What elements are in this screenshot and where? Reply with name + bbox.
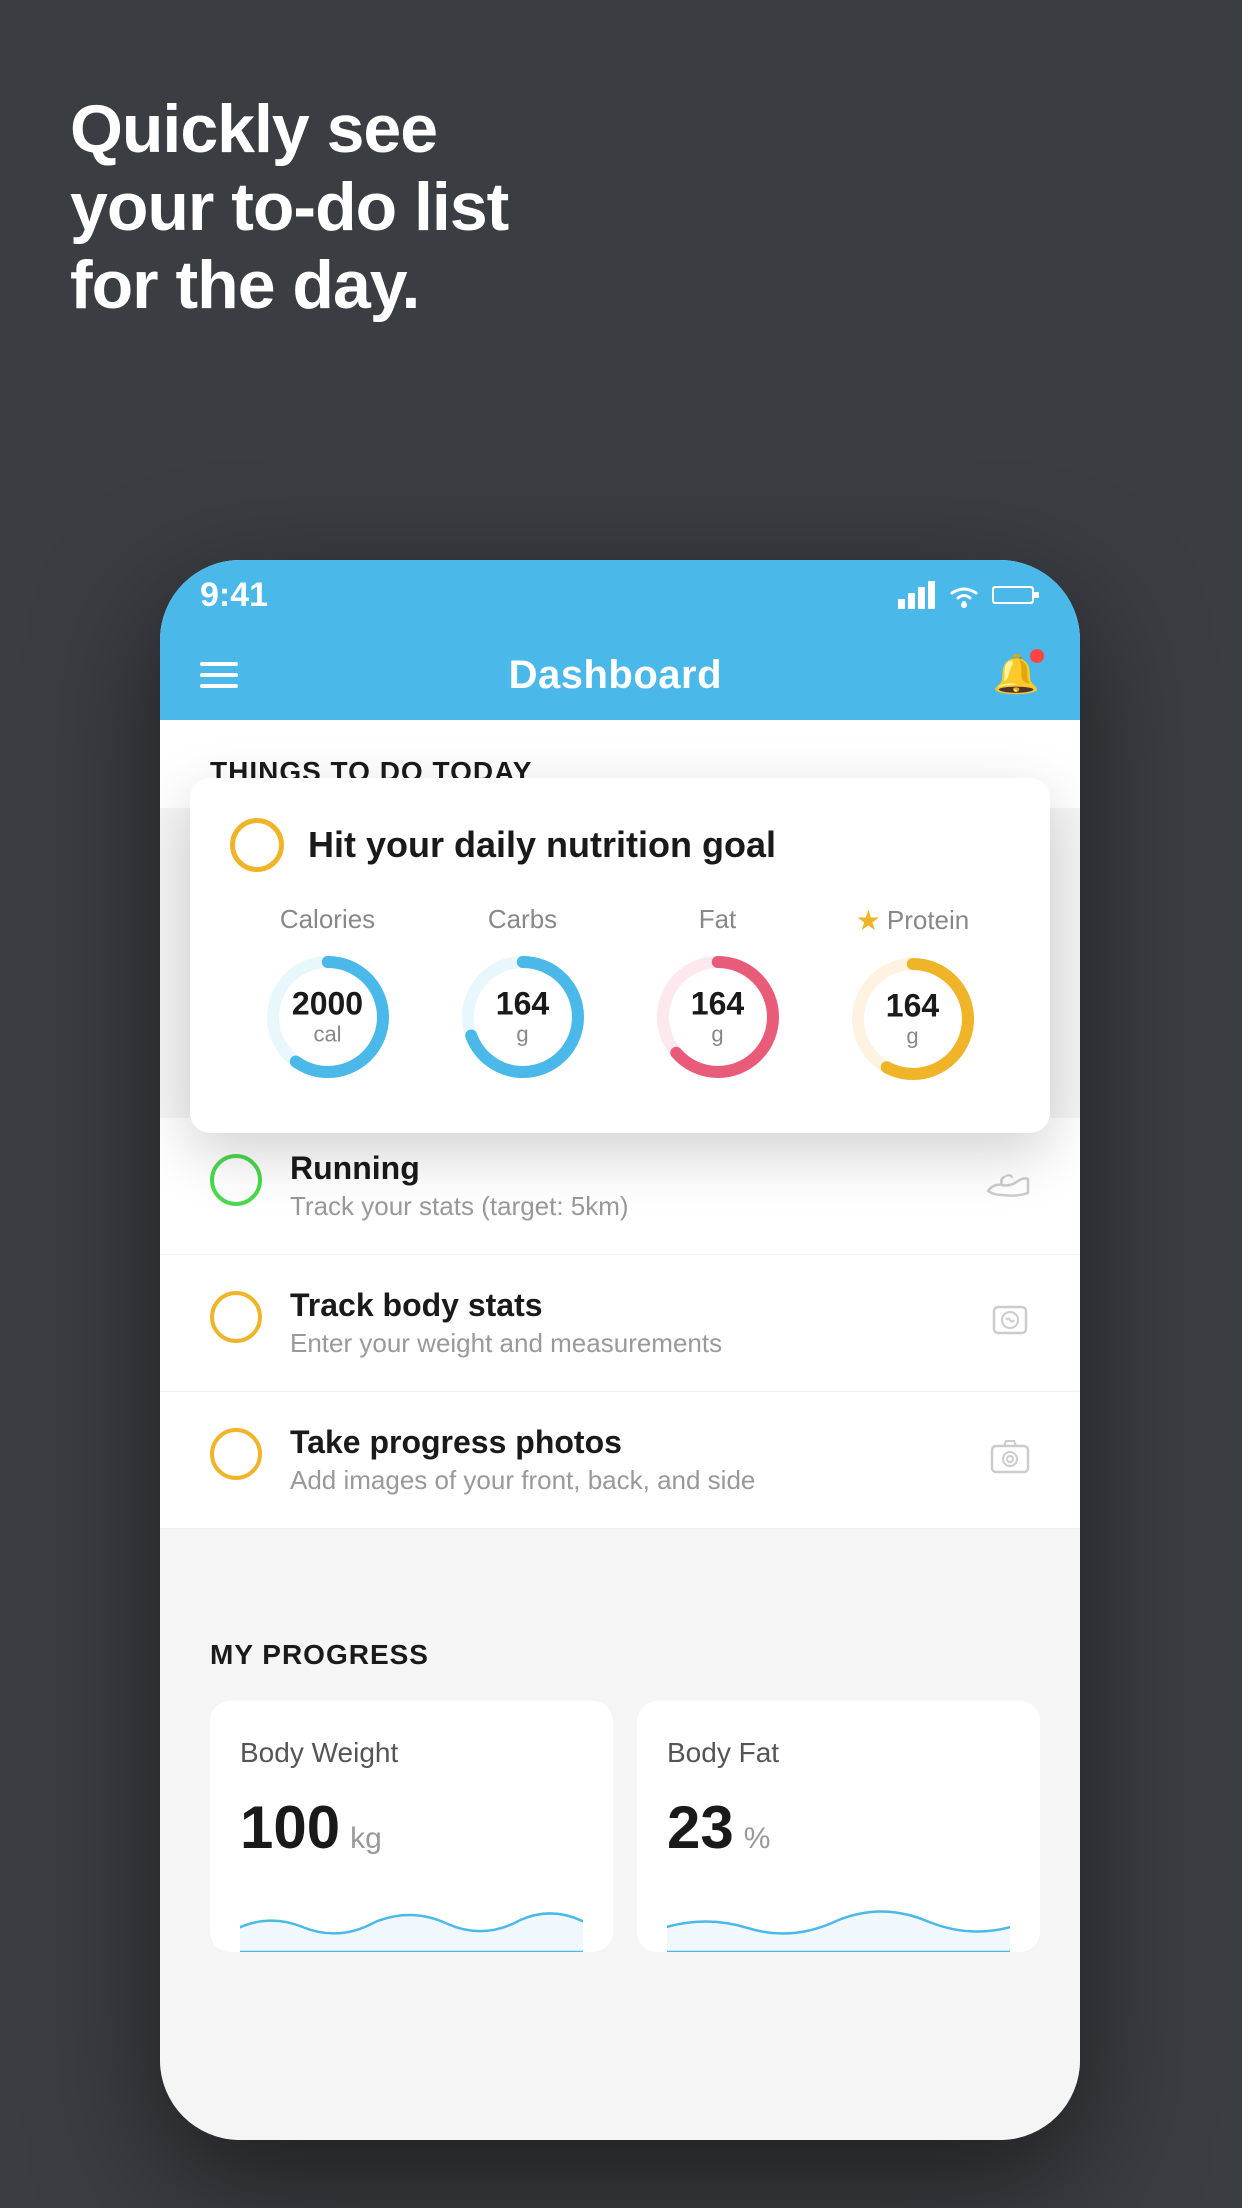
phone-mockup: 9:41 [160,560,1080,2140]
progress-cards: Body Weight 100 kg Body Fat 23 [210,1701,1040,1952]
running-checkbox[interactable] [210,1154,262,1206]
fat-label: Fat [699,904,737,935]
progress-section: MY PROGRESS Body Weight 100 kg [160,1589,1080,1982]
notification-dot [1030,649,1044,663]
star-icon: ★ [856,904,881,937]
task-checkbox[interactable] [230,818,284,872]
body-stats-subtitle: Enter your weight and measurements [290,1328,962,1359]
nutrition-protein: ★ Protein 164 g [843,904,983,1089]
progress-header: MY PROGRESS [210,1639,1040,1671]
body-fat-title: Body Fat [667,1737,1010,1769]
photos-subtitle: Add images of your front, back, and side [290,1465,962,1496]
body-fat-number: 23 [667,1793,734,1862]
calories-label: Calories [280,904,375,935]
todo-item-running[interactable]: Running Track your stats (target: 5km) [160,1118,1080,1255]
body-fat-value: 23 % [667,1793,1010,1862]
nav-bar: Dashboard 🔔 [160,630,1080,720]
nutrition-card: Hit your daily nutrition goal Calories [190,778,1050,1133]
body-stats-checkbox[interactable] [210,1291,262,1343]
phone-body: THINGS TO DO TODAY Hit your daily nutrit… [160,720,1080,2140]
nav-title: Dashboard [509,653,722,698]
body-weight-chart [240,1892,583,1952]
photos-checkbox[interactable] [210,1428,262,1480]
nutrition-calories: Calories 2000 cal [258,904,398,1087]
battery-icon [992,583,1040,607]
body-weight-title: Body Weight [240,1737,583,1769]
body-weight-value: 100 kg [240,1793,583,1862]
todo-item-photos[interactable]: Take progress photos Add images of your … [160,1392,1080,1529]
body-weight-unit: kg [350,1822,382,1856]
carbs-donut: 164 g [453,947,593,1087]
todo-list: Running Track your stats (target: 5km) T… [160,1118,1080,1529]
protein-label: ★ Protein [856,904,970,937]
scale-icon [990,1299,1030,1348]
hero-text: Quickly see your to-do list for the day. [70,90,508,325]
signal-icon [898,581,936,609]
status-bar: 9:41 [160,560,1080,630]
body-fat-unit: % [744,1822,771,1856]
protein-donut: 164 g [843,949,983,1089]
bell-button[interactable]: 🔔 [993,653,1040,697]
carbs-label: Carbs [488,904,557,935]
body-weight-card[interactable]: Body Weight 100 kg [210,1701,613,1952]
running-title: Running [290,1150,958,1187]
nutrition-fat: Fat 164 g [648,904,788,1087]
fat-donut: 164 g [648,947,788,1087]
calories-donut: 2000 cal [258,947,398,1087]
body-stats-text: Track body stats Enter your weight and m… [290,1287,962,1359]
wifi-icon [946,581,982,609]
status-icons [898,581,1040,609]
running-subtitle: Track your stats (target: 5km) [290,1191,958,1222]
body-stats-title: Track body stats [290,1287,962,1324]
running-text: Running Track your stats (target: 5km) [290,1150,958,1222]
todo-item-body-stats[interactable]: Track body stats Enter your weight and m… [160,1255,1080,1392]
body-weight-number: 100 [240,1793,340,1862]
photos-text: Take progress photos Add images of your … [290,1424,962,1496]
photo-icon [990,1436,1030,1485]
photos-title: Take progress photos [290,1424,962,1461]
card-title: Hit your daily nutrition goal [308,824,776,866]
status-time: 9:41 [200,576,268,615]
body-fat-card[interactable]: Body Fat 23 % [637,1701,1040,1952]
nutrition-carbs: Carbs 164 g [453,904,593,1087]
body-fat-chart [667,1892,1010,1952]
nutrition-row: Calories 2000 cal [230,904,1010,1089]
hamburger-menu[interactable] [200,662,238,688]
shoe-icon [986,1165,1030,1208]
